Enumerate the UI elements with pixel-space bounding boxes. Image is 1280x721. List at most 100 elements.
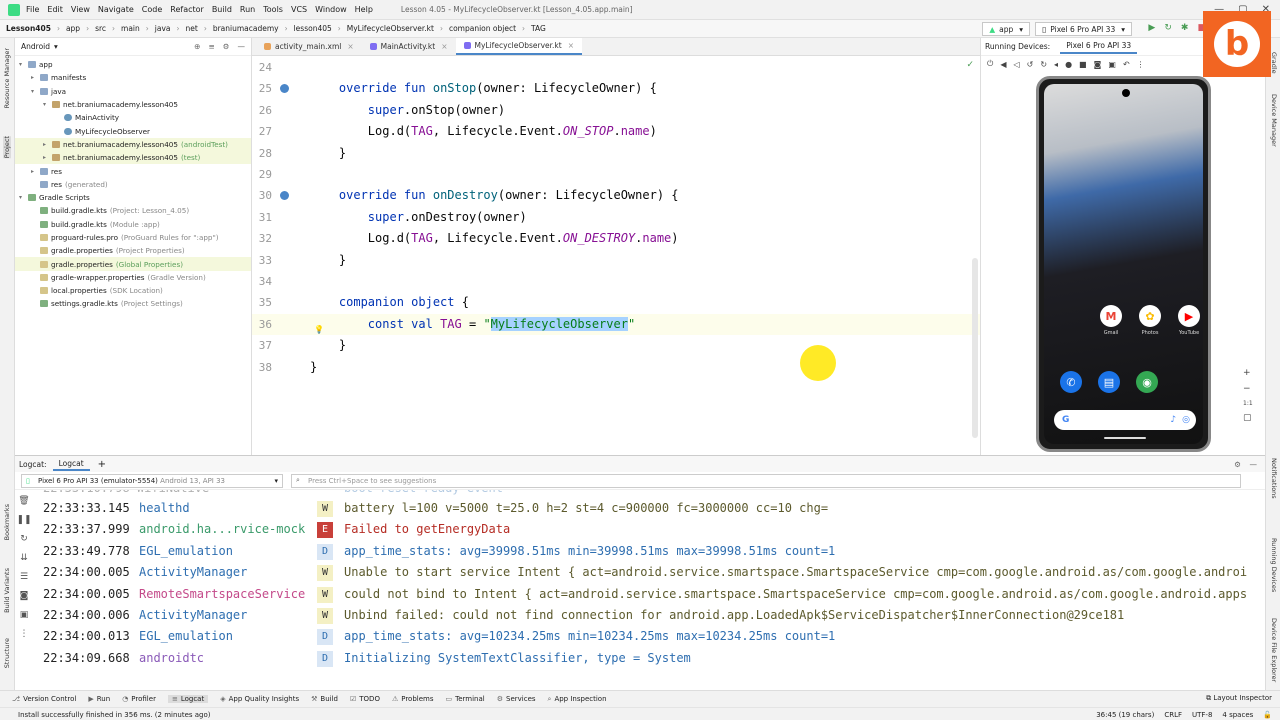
tree-item[interactable]: gradle.properties (Global Properties) bbox=[15, 257, 251, 271]
tree-item[interactable]: gradle-wrapper.properties (Gradle Version… bbox=[15, 271, 251, 284]
lock-icon[interactable]: 🔓 bbox=[1263, 711, 1272, 719]
build-variants-tab[interactable]: Build Variants bbox=[3, 568, 11, 613]
status-item[interactable]: 36:45 (19 chars) bbox=[1096, 711, 1154, 719]
log-row[interactable]: 22:33:37.999 android.ha...rvice-mock E Fail… bbox=[43, 519, 1265, 540]
tree-item[interactable]: MyLifecycleObserver bbox=[15, 124, 251, 137]
code-line[interactable]: 24 bbox=[252, 57, 980, 78]
tree-item[interactable]: proguard-rules.pro (ProGuard Rules for ":… bbox=[15, 231, 251, 244]
debug-icon[interactable]: ✱ bbox=[1181, 23, 1189, 33]
menu-build[interactable]: Build bbox=[212, 5, 232, 14]
app-gmail-icon[interactable]: M bbox=[1100, 305, 1122, 327]
tree-item[interactable]: gradle.properties (Project Properties) bbox=[15, 244, 251, 257]
breadcrumb-item[interactable]: TAG bbox=[531, 24, 546, 33]
app-youtube-icon[interactable]: ▶ bbox=[1178, 305, 1200, 327]
fit-screen-icon[interactable]: ▢ bbox=[1243, 413, 1253, 423]
log-row[interactable]: 22:34:00.013 EGL_emulation Dapp_time_stats… bbox=[43, 626, 1265, 647]
dock-app-icon[interactable]: ✆ bbox=[1060, 371, 1082, 393]
menu-run[interactable]: Run bbox=[240, 5, 255, 14]
tool-logcat[interactable]: ≡ Logcat bbox=[167, 695, 209, 703]
hide-icon[interactable]: — bbox=[238, 42, 246, 51]
breadcrumb-item[interactable]: lesson405 › bbox=[294, 24, 341, 33]
log-row[interactable]: 22:34:00.005 RemoteSmartspaceService Wcoul… bbox=[43, 584, 1265, 605]
actual-size-icon[interactable]: 1:1 bbox=[1243, 400, 1253, 407]
zoom-out-icon[interactable]: − bbox=[1243, 384, 1253, 394]
log-row[interactable]: 22:34:09.668 androidtc D Initializing Syste… bbox=[43, 648, 1265, 669]
tool-profiler[interactable]: ◔ Profiler bbox=[122, 695, 156, 703]
gear-icon[interactable]: ⚙ bbox=[223, 42, 230, 51]
tool-app-quality-insights[interactable]: ◈ App Quality Insights bbox=[220, 695, 299, 703]
collapsed-arrow-icon[interactable]: ▸ bbox=[43, 154, 52, 161]
code-line[interactable]: 32 Log.d(TAG, Lifecycle.Event.ON_DESTROY… bbox=[252, 228, 980, 249]
device-select[interactable]: ▯ Pixel 6 Pro API 33 ▾ bbox=[1035, 22, 1132, 36]
tree-item[interactable]: ▸ manifests bbox=[15, 71, 251, 84]
google-search-bar[interactable]: G ♪ ◎ bbox=[1054, 410, 1196, 430]
gradle-tab[interactable]: Gradle bbox=[1270, 52, 1278, 74]
device-file-explorer-tab[interactable]: Device File Explorer bbox=[1270, 618, 1278, 682]
menu-tools[interactable]: Tools bbox=[263, 5, 283, 14]
phone-screen[interactable]: M Gmail ✿ Photos ▶ YouTube ✆ ▤ ◉ G ♪ ◎ bbox=[1044, 84, 1203, 444]
breadcrumb-item[interactable]: net › bbox=[186, 24, 207, 33]
collapsed-arrow-icon[interactable]: ▸ bbox=[43, 141, 52, 148]
menu-view[interactable]: View bbox=[71, 5, 90, 14]
volume-down-icon[interactable]: ◁ bbox=[1013, 60, 1019, 69]
overview-icon[interactable]: ■ bbox=[1079, 60, 1087, 69]
rotate-right-icon[interactable]: ↻ bbox=[1040, 60, 1047, 69]
add-tab-icon[interactable]: + bbox=[98, 459, 106, 470]
breadcrumb-item[interactable]: MyLifecycleObserver.kt › bbox=[347, 24, 443, 33]
close-icon[interactable]: × bbox=[568, 41, 574, 50]
code-area[interactable]: 24 25 override fun onStop(owner: Lifecycl… bbox=[252, 56, 980, 455]
code-line[interactable]: 36 💡 const val TAG = "MyLifecycleObserver… bbox=[252, 313, 980, 336]
tree-item[interactable]: ▾ java bbox=[15, 85, 251, 98]
more-icon[interactable]: ⋮ bbox=[1137, 60, 1145, 69]
tool-build[interactable]: ⚒ Build bbox=[311, 695, 338, 703]
status-item[interactable]: 4 spaces bbox=[1222, 711, 1253, 719]
snapshot-icon[interactable]: ▣ bbox=[1108, 60, 1116, 69]
log-row[interactable]: 22:33:33.145 healthd Wbattery l=100 v=5000… bbox=[43, 498, 1265, 519]
log-row[interactable]: 22:34:00.006 ActivityManager W Unbind faile… bbox=[43, 605, 1265, 626]
expanded-arrow-icon[interactable]: ▾ bbox=[19, 194, 28, 201]
tool-problems[interactable]: ⚠ Problems bbox=[392, 695, 434, 703]
tree-item[interactable]: ▸ net.braniumacademy.lesson405 (androidTes… bbox=[15, 137, 251, 152]
tree-item[interactable]: build.gradle.kts (Project: Lesson_4.05) bbox=[15, 204, 251, 217]
tab-mainactivity-kt[interactable]: MainActivity.kt × bbox=[362, 38, 456, 55]
log-row[interactable]: 22:34:00.005 ActivityManager W Unable to st… bbox=[43, 562, 1265, 583]
device-tab[interactable]: Pixel 6 Pro API 33 bbox=[1060, 39, 1138, 54]
menu-code[interactable]: Code bbox=[142, 5, 162, 14]
add-icon[interactable]: ⊕ bbox=[194, 42, 200, 51]
breadcrumb-item[interactable]: src › bbox=[95, 24, 115, 33]
menu-window[interactable]: Window bbox=[315, 5, 347, 14]
gear-icon[interactable]: ⚙ bbox=[1234, 460, 1241, 469]
code-line[interactable]: 37 } bbox=[252, 335, 980, 356]
logcat-tab[interactable]: Logcat bbox=[52, 458, 90, 471]
code-line[interactable]: 38} bbox=[252, 357, 980, 378]
tree-item[interactable]: ▾ app bbox=[15, 58, 251, 71]
dock-app-icon[interactable]: ▤ bbox=[1098, 371, 1120, 393]
tool-services[interactable]: ⚙ Services bbox=[497, 695, 536, 703]
run-icon[interactable]: ▶ bbox=[1148, 23, 1155, 33]
override-gutter-icon[interactable] bbox=[280, 191, 289, 201]
dock-app-icon[interactable]: ◉ bbox=[1136, 371, 1158, 393]
code-line[interactable]: 30 override fun onDestroy(owner: Lifecyc… bbox=[252, 185, 980, 206]
status-message[interactable]: Install successfully finished in 356 ms.… bbox=[18, 711, 211, 719]
breadcrumb-item[interactable]: braniumacademy › bbox=[213, 24, 288, 33]
editor-scrollbar[interactable] bbox=[972, 258, 978, 438]
tree-item[interactable]: local.properties (SDK Location) bbox=[15, 284, 251, 297]
menu-help[interactable]: Help bbox=[355, 5, 373, 14]
tool-terminal[interactable]: ▭ Terminal bbox=[446, 695, 485, 703]
code-line[interactable]: 27 Log.d(TAG, Lifecycle.Event.ON_STOP.na… bbox=[252, 121, 980, 142]
apply-changes-icon[interactable]: ↻ bbox=[1164, 23, 1172, 33]
camera-icon[interactable]: ◙ bbox=[1094, 60, 1102, 69]
code-line[interactable]: 25 override fun onStop(owner: LifecycleO… bbox=[252, 78, 980, 99]
lens-icon[interactable]: ◎ bbox=[1182, 415, 1190, 425]
breadcrumb-item[interactable]: app › bbox=[66, 24, 89, 33]
collapse-icon[interactable]: ≡ bbox=[208, 42, 214, 51]
override-gutter-icon[interactable] bbox=[280, 84, 289, 94]
close-icon[interactable]: × bbox=[441, 42, 447, 51]
collapsed-arrow-icon[interactable]: ▸ bbox=[31, 168, 40, 175]
resource-manager-tab[interactable]: Resource Manager bbox=[3, 48, 11, 108]
tree-item[interactable]: ▾ net.braniumacademy.lesson405 bbox=[15, 98, 251, 111]
tool-todo[interactable]: ☑ TODO bbox=[350, 695, 380, 703]
tab-mylifecycleobserver-kt[interactable]: MyLifecycleObserver.kt × bbox=[455, 38, 583, 55]
tree-item[interactable]: settings.gradle.kts (Project Settings) bbox=[15, 297, 251, 310]
expanded-arrow-icon[interactable]: ▾ bbox=[19, 61, 28, 68]
